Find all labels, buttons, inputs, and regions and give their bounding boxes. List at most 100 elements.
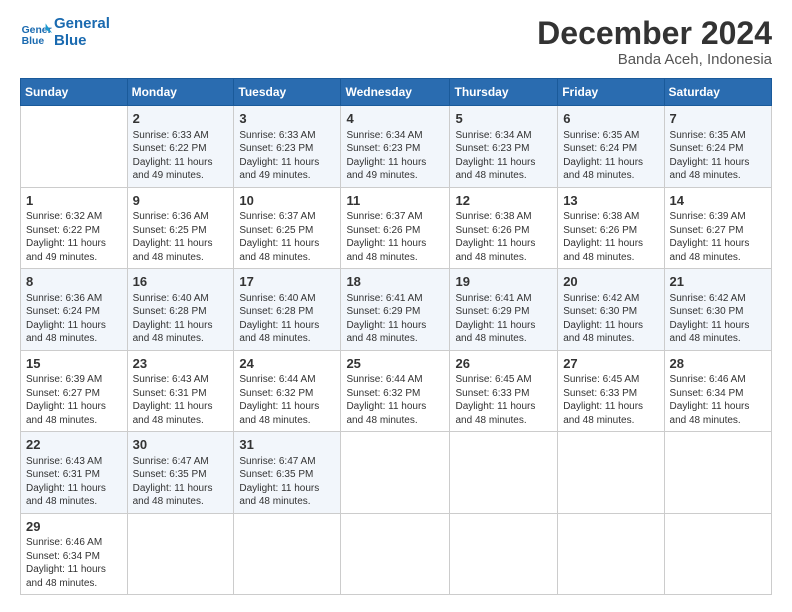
sunset-line: Sunset: 6:23 PM [239, 143, 313, 154]
day-cell: 9Sunrise: 6:36 AMSunset: 6:25 PMDaylight… [127, 187, 234, 269]
day-cell: 17Sunrise: 6:40 AMSunset: 6:28 PMDayligh… [234, 269, 341, 351]
logo: General Blue General Blue [20, 16, 110, 49]
day-cell: 12Sunrise: 6:38 AMSunset: 6:26 PMDayligh… [450, 187, 558, 269]
daylight-line: Daylight: 11 hours and 49 minutes. [26, 238, 106, 263]
daylight-line: Daylight: 11 hours and 48 minutes. [26, 401, 106, 426]
daylight-line: Daylight: 11 hours and 48 minutes. [26, 483, 106, 508]
daylight-line: Daylight: 11 hours and 49 minutes. [239, 157, 319, 182]
sunset-line: Sunset: 6:24 PM [563, 143, 637, 154]
day-cell: 30Sunrise: 6:47 AMSunset: 6:35 PMDayligh… [127, 432, 234, 514]
sunrise-line: Sunrise: 6:36 AM [133, 211, 209, 222]
day-cell: 1Sunrise: 6:32 AMSunset: 6:22 PMDaylight… [21, 187, 128, 269]
page: General Blue General Blue December 2024 … [0, 0, 792, 612]
sunset-line: Sunset: 6:26 PM [346, 225, 420, 236]
week-row-5: 29Sunrise: 6:46 AMSunset: 6:34 PMDayligh… [21, 513, 772, 595]
sunrise-line: Sunrise: 6:39 AM [26, 374, 102, 385]
sunset-line: Sunset: 6:24 PM [26, 306, 100, 317]
sunrise-line: Sunrise: 6:32 AM [26, 211, 102, 222]
daylight-line: Daylight: 11 hours and 48 minutes. [239, 320, 319, 345]
day-number: 2 [133, 110, 229, 128]
day-number: 18 [346, 273, 444, 291]
sunrise-line: Sunrise: 6:37 AM [346, 211, 422, 222]
daylight-line: Daylight: 11 hours and 48 minutes. [133, 483, 213, 508]
day-cell: 21Sunrise: 6:42 AMSunset: 6:30 PMDayligh… [664, 269, 771, 351]
sunrise-line: Sunrise: 6:34 AM [346, 130, 422, 141]
day-cell: 22Sunrise: 6:43 AMSunset: 6:31 PMDayligh… [21, 432, 128, 514]
day-number: 8 [26, 273, 122, 291]
sunset-line: Sunset: 6:22 PM [133, 143, 207, 154]
day-cell [450, 513, 558, 595]
sunrise-line: Sunrise: 6:35 AM [670, 130, 746, 141]
sunrise-line: Sunrise: 6:38 AM [563, 211, 639, 222]
day-number: 3 [239, 110, 335, 128]
day-number: 10 [239, 192, 335, 210]
day-number: 17 [239, 273, 335, 291]
sunset-line: Sunset: 6:33 PM [455, 388, 529, 399]
sunrise-line: Sunrise: 6:46 AM [26, 537, 102, 548]
daylight-line: Daylight: 11 hours and 48 minutes. [670, 238, 750, 263]
day-number: 25 [346, 355, 444, 373]
sunrise-line: Sunrise: 6:39 AM [670, 211, 746, 222]
col-header-friday: Friday [558, 79, 664, 106]
header: General Blue General Blue December 2024 … [20, 16, 772, 68]
sunset-line: Sunset: 6:23 PM [346, 143, 420, 154]
col-header-thursday: Thursday [450, 79, 558, 106]
sunset-line: Sunset: 6:22 PM [26, 225, 100, 236]
day-cell: 28Sunrise: 6:46 AMSunset: 6:34 PMDayligh… [664, 350, 771, 432]
day-cell: 31Sunrise: 6:47 AMSunset: 6:35 PMDayligh… [234, 432, 341, 514]
sunset-line: Sunset: 6:30 PM [563, 306, 637, 317]
daylight-line: Daylight: 11 hours and 48 minutes. [239, 483, 319, 508]
week-row-3: 15Sunrise: 6:39 AMSunset: 6:27 PMDayligh… [21, 350, 772, 432]
daylight-line: Daylight: 11 hours and 48 minutes. [26, 564, 106, 589]
sunrise-line: Sunrise: 6:42 AM [670, 293, 746, 304]
day-number: 11 [346, 192, 444, 210]
day-cell: 11Sunrise: 6:37 AM Sunset: 6:26 PM Dayligh… [341, 187, 450, 269]
title-block: December 2024 Banda Aceh, Indonesia [537, 16, 772, 68]
daylight-line: Daylight: 11 hours and 48 minutes. [346, 401, 426, 426]
day-cell: 10Sunrise: 6:37 AMSunset: 6:25 PMDayligh… [234, 187, 341, 269]
week-row-2: 8Sunrise: 6:36 AMSunset: 6:24 PMDaylight… [21, 269, 772, 351]
daylight-line: Daylight: 11 hours and 48 minutes. [346, 238, 426, 263]
calendar-table: SundayMondayTuesdayWednesdayThursdayFrid… [20, 78, 772, 595]
sunrise-line: Sunrise: 6:38 AM [455, 211, 531, 222]
day-number: 13 [563, 192, 658, 210]
daylight-line: Daylight: 11 hours and 49 minutes. [133, 157, 213, 182]
day-cell: 19Sunrise: 6:41 AMSunset: 6:29 PMDayligh… [450, 269, 558, 351]
sunrise-line: Sunrise: 6:33 AM [239, 130, 315, 141]
sunset-line: Sunset: 6:23 PM [455, 143, 529, 154]
day-cell: 16Sunrise: 6:40 AMSunset: 6:28 PMDayligh… [127, 269, 234, 351]
col-header-tuesday: Tuesday [234, 79, 341, 106]
sunrise-line: Sunrise: 6:44 AM [239, 374, 315, 385]
day-cell [558, 513, 664, 595]
sunrise-line: Sunrise: 6:42 AM [563, 293, 639, 304]
day-cell: 23Sunrise: 6:43 AMSunset: 6:31 PMDayligh… [127, 350, 234, 432]
daylight-line: Daylight: 11 hours and 48 minutes. [239, 238, 319, 263]
daylight-line: Daylight: 11 hours and 48 minutes. [239, 401, 319, 426]
day-number: 24 [239, 355, 335, 373]
day-cell: 25Sunrise: 6:44 AMSunset: 6:32 PMDayligh… [341, 350, 450, 432]
week-row-4: 22Sunrise: 6:43 AMSunset: 6:31 PMDayligh… [21, 432, 772, 514]
svg-text:Blue: Blue [22, 36, 45, 47]
col-header-wednesday: Wednesday [341, 79, 450, 106]
daylight-line: Daylight: 11 hours and 48 minutes. [455, 320, 535, 345]
sunset-line: Sunset: 6:32 PM [346, 388, 420, 399]
sunset-line: Sunset: 6:34 PM [670, 388, 744, 399]
day-cell: 4Sunrise: 6:34 AMSunset: 6:23 PMDaylight… [341, 106, 450, 188]
daylight-line: Daylight: 11 hours and 48 minutes. [346, 320, 426, 345]
day-number: 22 [26, 436, 122, 454]
day-cell [127, 513, 234, 595]
day-cell [234, 513, 341, 595]
day-cell: 29Sunrise: 6:46 AMSunset: 6:34 PMDayligh… [21, 513, 128, 595]
daylight-line: Daylight: 11 hours and 48 minutes. [133, 401, 213, 426]
sunset-line: Sunset: 6:34 PM [26, 551, 100, 562]
sunrise-line: Sunrise: 6:46 AM [670, 374, 746, 385]
daylight-line: Daylight: 11 hours and 48 minutes. [563, 320, 643, 345]
day-cell: 3 Sunrise: 6:33 AM Sunset: 6:23 PM Daylight… [234, 106, 341, 188]
day-number: 9 [133, 192, 229, 210]
day-number: 6 [563, 110, 658, 128]
daylight-line: Daylight: 11 hours and 48 minutes. [455, 401, 535, 426]
sunrise-line: Sunrise: 6:41 AM [455, 293, 531, 304]
sunrise-line: Sunrise: 6:35 AM [563, 130, 639, 141]
week-row-1: 1Sunrise: 6:32 AMSunset: 6:22 PMDaylight… [21, 187, 772, 269]
sunset-line: Sunset: 6:27 PM [26, 388, 100, 399]
